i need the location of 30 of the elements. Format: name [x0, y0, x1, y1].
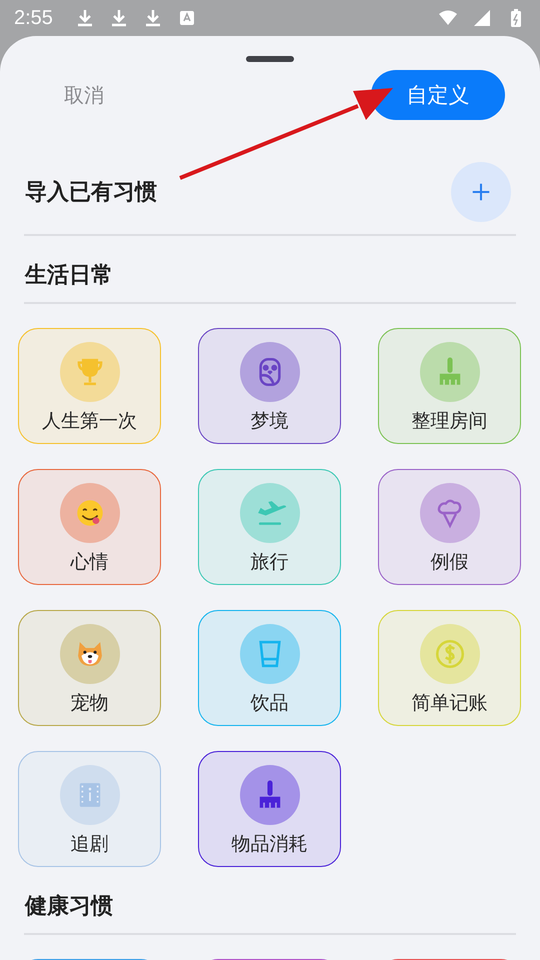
import-title: 导入已有习惯	[25, 179, 157, 207]
habit-card[interactable]: 旅行	[198, 469, 341, 585]
habit-label: 物品消耗	[232, 832, 308, 857]
habit-label: 心情	[70, 550, 108, 575]
section-title: 生活日常	[25, 262, 114, 290]
habit-card[interactable]: 宠物	[18, 610, 161, 726]
habit-card[interactable]: 梦境	[198, 328, 341, 444]
habit-card[interactable]: 物品消耗	[198, 751, 341, 867]
plus-icon	[470, 181, 492, 203]
habit-label: 宠物	[70, 691, 108, 716]
status-time: 2:55	[14, 6, 53, 30]
habit-card[interactable]: 追剧	[18, 751, 161, 867]
habit-card[interactable]: 例假	[378, 469, 521, 585]
customize-button[interactable]: 自定义	[371, 70, 505, 120]
habit-label: 旅行	[250, 550, 288, 575]
drag-handle[interactable]	[246, 56, 294, 62]
habit-label: 简单记账	[412, 691, 488, 716]
habit-label: 例假	[430, 550, 468, 575]
habit-card[interactable]: 饮品	[198, 610, 341, 726]
habit-card[interactable]: 心情	[18, 469, 161, 585]
habit-label: 饮品	[250, 691, 288, 716]
section-title: 健康习惯	[25, 893, 114, 921]
habit-card[interactable]: 整理房间	[378, 328, 521, 444]
habit-label: 整理房间	[412, 409, 488, 434]
habit-label: 梦境	[250, 409, 288, 434]
habit-label: 人生第一次	[42, 409, 137, 434]
signal-icon	[472, 8, 492, 28]
habit-card[interactable]: 简单记账	[378, 610, 521, 726]
habit-card[interactable]: 人生第一次	[18, 328, 161, 444]
habit-label: 追剧	[70, 832, 108, 857]
